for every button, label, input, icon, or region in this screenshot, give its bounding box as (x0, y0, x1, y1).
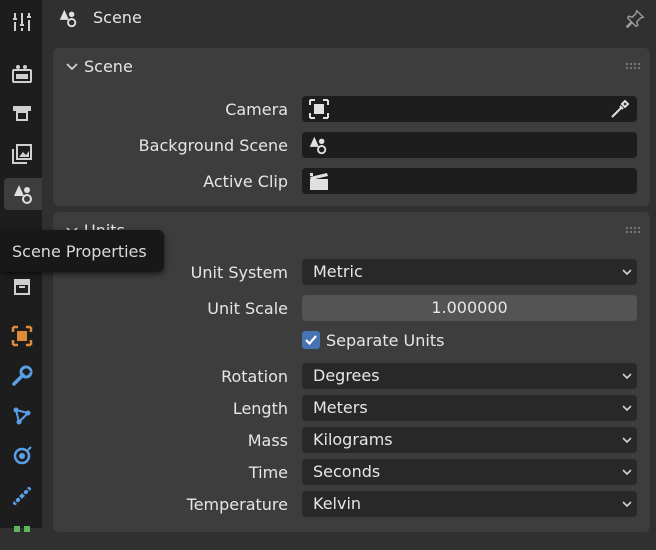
scene-icon (59, 9, 77, 28)
view-layer-icon (12, 144, 32, 164)
tooltip-text: Scene Properties (12, 242, 147, 261)
chevron-down-icon (66, 63, 78, 71)
camera-label: Camera (225, 100, 288, 119)
pin-icon[interactable] (624, 8, 646, 30)
separate-units-label[interactable]: Separate Units (326, 331, 444, 350)
data-tab[interactable] (4, 518, 40, 550)
panel-title: Scene (84, 57, 133, 76)
properties-header: Scene (42, 0, 656, 38)
temperature-label: Temperature (186, 495, 288, 514)
tool-icon (13, 13, 31, 31)
camera-field[interactable] (302, 96, 637, 122)
active-clip-field[interactable] (302, 168, 637, 194)
render-icon (12, 65, 32, 83)
camera-object-icon (309, 99, 329, 119)
render-tab[interactable] (4, 58, 40, 90)
chevron-down-icon (622, 501, 632, 508)
constraints-icon (13, 487, 31, 505)
eyedropper-icon[interactable] (609, 98, 631, 120)
time-label: Time (248, 463, 288, 482)
mass-label: Mass (247, 431, 288, 450)
collection-tab[interactable] (4, 270, 40, 302)
background-scene-field[interactable] (302, 132, 637, 158)
time-value: Seconds (313, 462, 381, 481)
unit-scale-label: Unit Scale (207, 299, 288, 318)
object-icon (11, 325, 33, 347)
time-dropdown[interactable]: Seconds (302, 459, 637, 485)
checkbox-checked-icon (302, 331, 320, 349)
scene-icon (14, 185, 32, 204)
unit-scale-field[interactable]: 1.000000 (302, 295, 637, 321)
chevron-down-icon (622, 437, 632, 444)
particles-icon (13, 407, 31, 425)
length-value: Meters (313, 398, 368, 417)
scene-tab[interactable] (4, 178, 42, 210)
output-icon (13, 106, 31, 121)
data-icon (14, 526, 30, 532)
temperature-value: Kelvin (313, 494, 362, 513)
unit-system-dropdown[interactable]: Metric (302, 259, 637, 285)
mass-dropdown[interactable]: Kilograms (302, 427, 637, 453)
header-title: Scene (93, 8, 142, 27)
constraints-tab[interactable] (4, 480, 40, 512)
scene-icon (309, 136, 327, 155)
modifier-tab[interactable] (4, 360, 40, 392)
grip-icon[interactable] (626, 63, 640, 69)
background-scene-label: Background Scene (138, 136, 288, 155)
scene-panel-header[interactable]: Scene (53, 48, 650, 86)
separate-units-checkbox[interactable] (302, 331, 324, 351)
output-tab[interactable] (4, 98, 40, 130)
grip-icon[interactable] (626, 227, 640, 233)
length-dropdown[interactable]: Meters (302, 395, 637, 421)
chevron-down-icon (622, 405, 632, 412)
length-label: Length (232, 399, 288, 418)
rotation-label: Rotation (221, 367, 288, 386)
modifier-icon (12, 365, 33, 386)
physics-icon (13, 446, 32, 465)
chevron-down-icon (622, 269, 632, 276)
chevron-down-icon (622, 373, 632, 380)
tool-tab[interactable] (4, 6, 40, 38)
tooltip: Scene Properties (0, 230, 164, 272)
unit-system-label: Unit System (190, 263, 288, 282)
collection-icon (14, 279, 30, 295)
particles-tab[interactable] (4, 400, 40, 432)
object-tab[interactable] (4, 320, 40, 352)
unit-system-value: Metric (313, 262, 363, 281)
view-layer-tab[interactable] (4, 138, 40, 170)
physics-tab[interactable] (4, 440, 40, 472)
mass-value: Kilograms (313, 430, 393, 449)
chevron-down-icon (622, 469, 632, 476)
rotation-dropdown[interactable]: Degrees (302, 363, 637, 389)
active-clip-label: Active Clip (203, 172, 288, 191)
movie-clip-icon (310, 173, 328, 190)
temperature-dropdown[interactable]: Kelvin (302, 491, 637, 517)
rotation-value: Degrees (313, 366, 380, 385)
